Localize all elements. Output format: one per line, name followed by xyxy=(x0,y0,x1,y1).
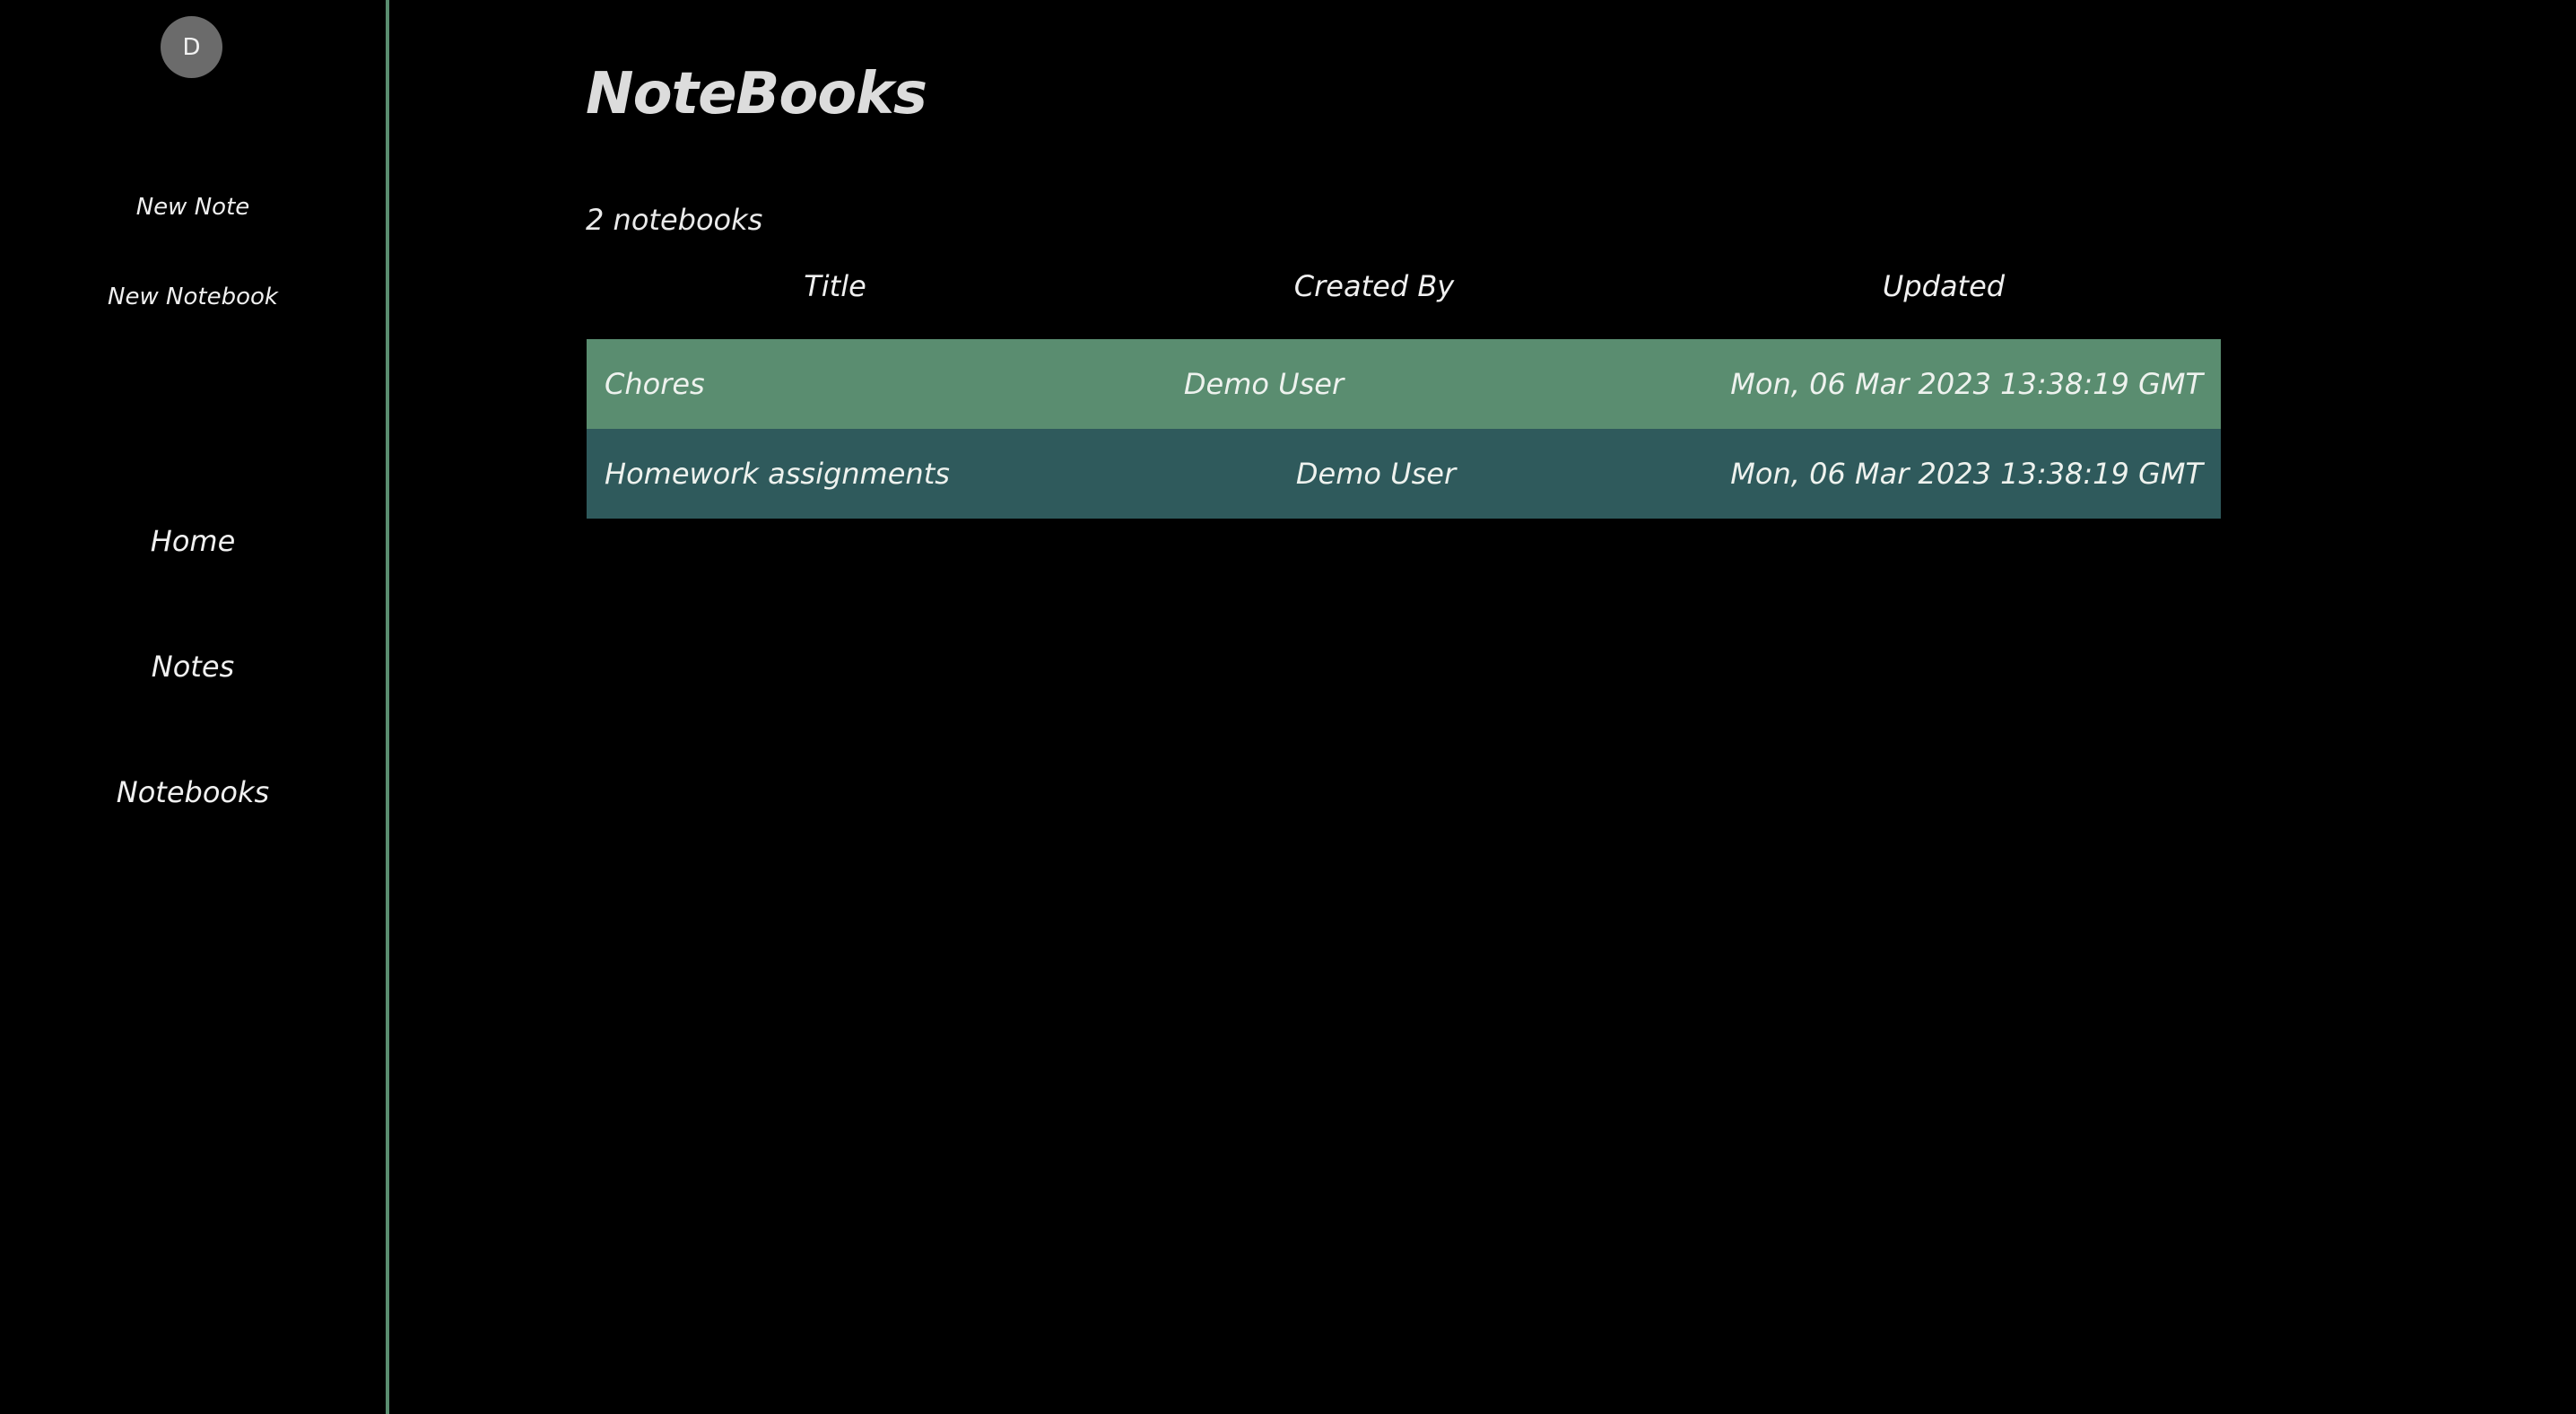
page-title: NoteBooks xyxy=(586,61,927,127)
sidebar: D New Note New Notebook Home Notes Noteb… xyxy=(0,0,389,1414)
created-by-cell: Demo User xyxy=(1295,457,1457,491)
avatar[interactable]: D xyxy=(161,16,222,78)
table-row[interactable]: Chores Demo User Mon, 06 Mar 2023 13:38:… xyxy=(587,339,2221,429)
updated-cell: Mon, 06 Mar 2023 13:38:19 GMT xyxy=(1730,457,2203,491)
main-content: NoteBooks 2 notebooks Title Created By U… xyxy=(389,0,2576,1414)
column-header-title[interactable]: Title xyxy=(804,269,866,303)
sidebar-item-notebooks[interactable]: Notebooks xyxy=(0,775,386,809)
created-by-cell: Demo User xyxy=(1183,367,1345,401)
notebook-title-cell[interactable]: Chores xyxy=(605,339,705,429)
column-header-updated[interactable]: Updated xyxy=(1883,269,2005,303)
notebook-count: 2 notebooks xyxy=(586,203,763,237)
table-header: Title Created By Updated xyxy=(587,260,2221,339)
sidebar-item-home[interactable]: Home xyxy=(0,524,386,558)
avatar-initial: D xyxy=(182,33,201,61)
sidebar-item-notes[interactable]: Notes xyxy=(0,650,386,684)
new-note-button[interactable]: New Note xyxy=(0,194,386,221)
app-root: D New Note New Notebook Home Notes Noteb… xyxy=(0,0,2576,1414)
table-row[interactable]: Homework assignments Demo User Mon, 06 M… xyxy=(587,429,2221,519)
notebooks-table: Title Created By Updated Chores Demo Use… xyxy=(587,260,2221,519)
column-header-created-by[interactable]: Created By xyxy=(1294,269,1454,303)
new-notebook-button[interactable]: New Notebook xyxy=(0,284,386,310)
updated-cell: Mon, 06 Mar 2023 13:38:19 GMT xyxy=(1730,367,2203,401)
notebook-title-cell[interactable]: Homework assignments xyxy=(605,429,950,519)
